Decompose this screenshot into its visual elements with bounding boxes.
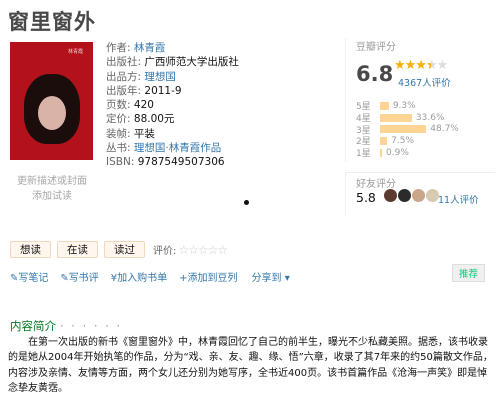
add-to-doulist-link[interactable]: +添加到豆列 (179, 269, 237, 284)
rating-dist-bar (380, 125, 427, 134)
friend-avatar[interactable] (398, 189, 411, 202)
info-link[interactable]: 林青霞 (134, 42, 166, 54)
info-row: 出版年: 2011-9 (106, 84, 239, 98)
friend-avatars[interactable] (384, 189, 440, 202)
rating-distribution: 5星 9.3% 4星 33.6% 3星 48.7% 2星 7.5% 1星 0.9% (356, 100, 459, 160)
friend-avatar[interactable] (384, 189, 397, 202)
friend-rating: 好友评分 5.8 11人评价 (345, 172, 495, 216)
info-value: 420 (133, 99, 154, 112)
chevron-down-icon: ▾ (284, 273, 290, 284)
rating-dist-row: 4星 33.6% (356, 112, 459, 125)
rating-title: 豆瓣评分 (356, 42, 396, 53)
book-cover-image[interactable]: 林青霞 (10, 42, 93, 160)
friend-avatar[interactable] (412, 189, 425, 202)
intro-dots: · · · · · · (60, 319, 123, 333)
info-value: 广西师范大学出版社 (144, 56, 239, 69)
info-link[interactable]: 理想国 (144, 71, 176, 83)
write-note-link[interactable]: ✎写笔记 (10, 269, 48, 284)
douban-rating: 豆瓣评分 6.8 ★★★★★★ 4367人评价 5星9.3%4星33.6%3星4… (345, 38, 495, 162)
want-to-read-button[interactable]: 想读 (10, 241, 51, 258)
rating-dist-bar (380, 148, 382, 157)
info-label: ISBN: (106, 156, 138, 169)
cover-portrait (24, 74, 80, 144)
info-value: 88.00元 (133, 113, 175, 126)
rating-dist-bar (380, 113, 412, 122)
write-review-link[interactable]: ✎写书评 (60, 269, 98, 284)
rating-count-link[interactable]: 4367人评价 (398, 75, 451, 89)
intro-header: 内容简介 · · · · · · (10, 318, 122, 334)
rating-dist-pct: 48.7% (430, 124, 459, 135)
add-to-cart-link[interactable]: ¥加入购书单 (111, 269, 167, 284)
share-label[interactable]: 分享到 (252, 273, 282, 284)
secondary-links: ✎写笔记 ✎写书评 ¥加入购书单 +添加到豆列 分享到 ▾ (10, 269, 302, 284)
info-value: 平装 (133, 127, 155, 140)
rating-dist-pct: 33.6% (415, 112, 445, 123)
intro-title: 内容简介 (10, 319, 56, 333)
info-label: 丛书: (106, 142, 134, 155)
rating-stars: ★★★★★★ (394, 58, 448, 73)
info-row: ISBN: 9787549507306 (106, 155, 239, 169)
add-trial-text[interactable]: 添加试读 (12, 189, 92, 204)
cover-author-text: 林青霞 (68, 49, 84, 55)
info-row: 定价: 88.00元 (106, 112, 239, 126)
info-value: 9787549507306 (137, 156, 225, 169)
info-label: 作者: (106, 42, 134, 54)
have-read-button[interactable]: 读过 (104, 241, 145, 258)
rating-dist-bar (380, 136, 388, 145)
rating-score: 6.8 (356, 62, 394, 86)
info-label: 出版年: (106, 84, 145, 97)
page-title: 窗里窗外 (8, 10, 96, 34)
friend-count-link[interactable]: 11人评价 (438, 192, 479, 206)
intro-text: 在第一次出版的新书《窗里窗外》中，林青霞回忆了自己的前半生，曝光不少私藏美照。据… (8, 337, 493, 395)
info-label: 出品方: (106, 70, 145, 83)
book-info: 作者: 林青霞 出版社: 广西师范大学出版社 出品方: 理想国 出版年: 2011-9… (106, 41, 239, 170)
info-label: 页数: (106, 99, 134, 112)
carousel-dot (244, 200, 249, 205)
info-row: 装帧: 平装 (106, 127, 239, 141)
friend-rating-score: 5.8 (356, 190, 376, 205)
info-link[interactable]: 理想国·林青霞作品 (134, 142, 221, 154)
rating-dist-pct: 7.5% (391, 135, 414, 146)
info-row: 出品方: 理想国 (106, 70, 239, 84)
recommend-button[interactable]: 推荐 (452, 264, 486, 282)
rating-dist-label: 1星 (356, 149, 371, 160)
rating-dist-row: 1星 0.9% (356, 147, 459, 160)
info-row: 出版社: 广西师范大学出版社 (106, 55, 239, 69)
friend-rating-title: 好友评分 (356, 179, 396, 190)
rating-dist-pct: 0.9% (386, 147, 409, 158)
rating-dist-pct: 9.3% (392, 100, 416, 111)
reading-button[interactable]: 在读 (57, 241, 98, 258)
info-label: 出版社: (106, 56, 145, 69)
info-label: 定价: (106, 113, 134, 126)
rating-dist-bar (380, 101, 389, 110)
info-value: 2011-9 (144, 84, 182, 97)
info-label: 装帧: (106, 127, 134, 140)
info-row: 丛书: 理想国·林青霞作品 (106, 141, 239, 155)
share-link[interactable]: 分享到 ▾ (252, 269, 290, 284)
action-bar: 想读 在读 读过 评价: ☆☆☆☆☆ (10, 241, 228, 258)
info-row: 页数: 420 (106, 98, 239, 112)
evaluate-label: 评价: (153, 246, 177, 257)
info-row: 作者: 林青霞 (106, 41, 239, 55)
evaluate-stars[interactable]: ☆☆☆☆☆ (178, 243, 228, 257)
cover-update-link[interactable]: 更新描述或封面 添加试读 (12, 174, 92, 204)
rating-dist-row: 3星 48.7% (356, 123, 459, 136)
update-cover-text[interactable]: 更新描述或封面 (12, 174, 92, 189)
rating-dist-row: 5星 9.3% (356, 100, 459, 113)
rating-dist-row: 2星 7.5% (356, 135, 459, 148)
